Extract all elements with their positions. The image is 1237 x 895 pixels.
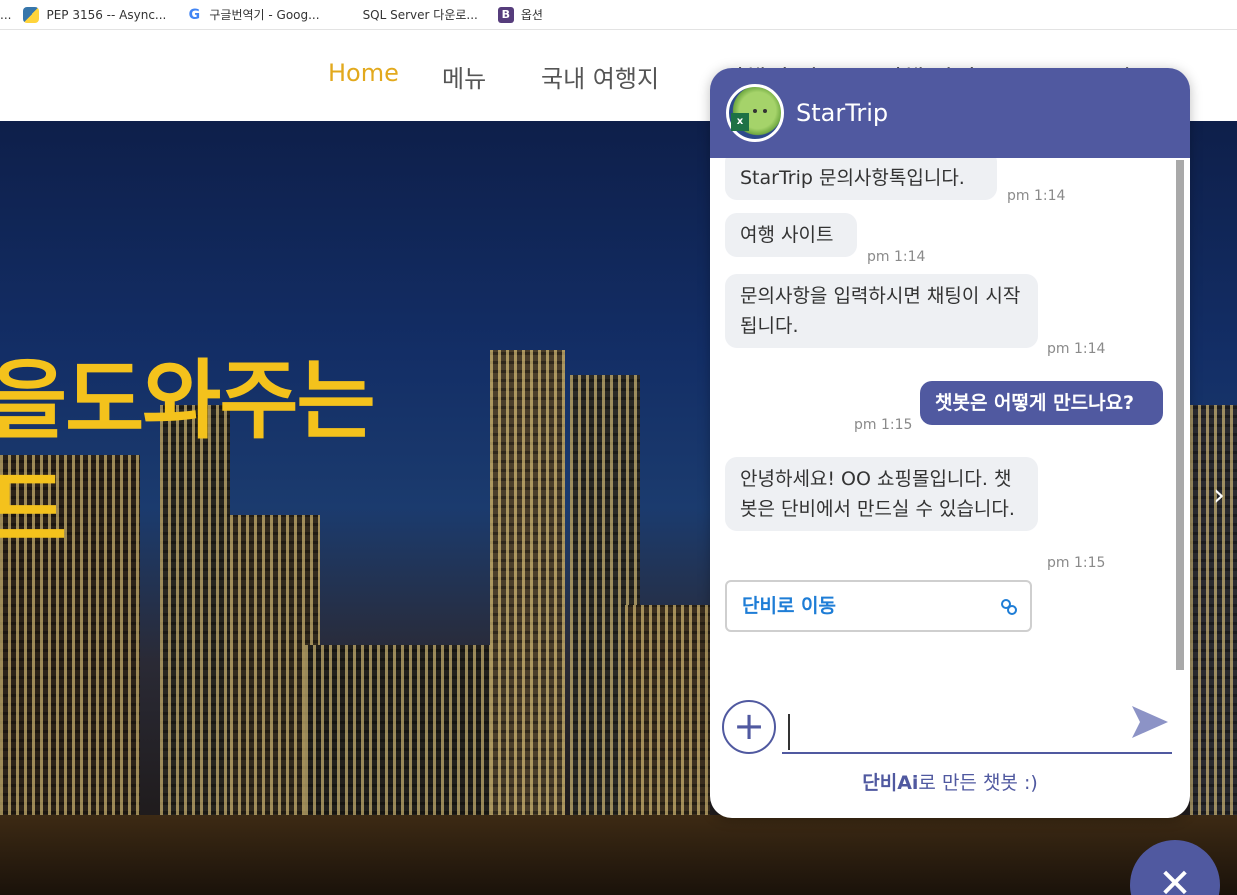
bookmark-label: SQL Server 다운로... — [362, 8, 478, 22]
chat-message-list[interactable]: StarTrip 문의사항톡입니다. pm 1:14 여행 사이트 pm 1:1… — [710, 158, 1190, 738]
bookmark-sql-server[interactable]: SQL Server 다운로... — [340, 6, 478, 23]
bookmark-options[interactable]: B 옵션 — [497, 6, 543, 23]
eye-icon — [763, 109, 767, 113]
message-time: pm 1:14 — [867, 249, 926, 265]
chat-widget: x StarTrip StarTrip 문의사항톡입니다. pm 1:14 여행… — [710, 68, 1190, 818]
python-icon — [23, 6, 40, 23]
bookmark-google-translate[interactable]: G 구글번역기 - Goog... — [186, 6, 320, 23]
bot-avatar: x — [726, 84, 784, 142]
bookmarks-bar: ... PEP 3156 -- Async... G 구글번역기 - Goog.… — [0, 0, 1237, 30]
hero-title: 을도와주는 드 — [0, 346, 376, 566]
bookmark-pep3156[interactable]: PEP 3156 -- Async... — [23, 6, 167, 23]
waterfront — [0, 815, 1237, 895]
chat-footer-note: 단비Ai로 만든 챗봇 :) — [710, 768, 1190, 795]
link-icon — [1001, 599, 1017, 615]
chevron-right-icon[interactable]: › — [1213, 481, 1229, 511]
nav-home[interactable]: Home — [328, 59, 399, 87]
user-message: 챗봇은 어떻게 만드나요? — [920, 381, 1163, 425]
hero-title-line: 드 — [0, 461, 67, 561]
bookmark-label: 구글번역기 - Goog... — [209, 8, 320, 22]
bookmark-label: PEP 3156 -- Async... — [46, 7, 167, 22]
excel-icon: x — [731, 113, 749, 131]
bot-message: 여행 사이트 — [725, 213, 857, 257]
link-button-label: 단비로 이동 — [742, 595, 837, 617]
close-icon: ✕ — [1158, 861, 1192, 895]
microsoft-icon — [340, 7, 356, 23]
nav-domestic-destinations[interactable]: 국내 여행지 — [541, 59, 659, 94]
bot-message: 안녕하세요! OO 쇼핑몰입니다. 챗봇은 단비에서 만드실 수 있습니다. — [725, 457, 1038, 531]
bookmark-overflow[interactable]: ... — [0, 8, 11, 22]
bot-message: 문의사항을 입력하시면 채팅이 시작됩니다. — [725, 274, 1038, 348]
chat-title: StarTrip — [796, 99, 889, 127]
chat-scrollbar[interactable] — [1176, 160, 1184, 670]
eye-icon — [753, 109, 757, 113]
skyline-building — [490, 350, 565, 895]
hero-title-line: 을도와주는 — [0, 351, 376, 451]
google-translate-icon: G — [188, 6, 201, 23]
chat-message-input[interactable] — [782, 704, 1172, 754]
bot-message: StarTrip 문의사항톡입니다. — [725, 158, 997, 200]
attach-plus-button[interactable]: + — [722, 700, 776, 754]
message-time: pm 1:15 — [854, 417, 913, 433]
send-icon[interactable] — [1128, 700, 1172, 744]
footer-brand: 단비Ai — [862, 772, 919, 794]
message-time: pm 1:14 — [1007, 188, 1066, 204]
message-time: pm 1:14 — [1047, 341, 1106, 357]
nav-menu[interactable]: 메뉴 — [442, 59, 486, 94]
danbi-link-button[interactable]: 단비로 이동 — [725, 580, 1032, 632]
message-time: pm 1:15 — [1047, 555, 1106, 571]
footer-text: 로 만든 챗봇 :) — [918, 772, 1038, 794]
bookmark-label: 옵션 — [520, 8, 543, 22]
bootstrap-icon: B — [497, 6, 514, 23]
text-cursor — [788, 714, 790, 750]
chat-header: x StarTrip — [710, 68, 1190, 158]
